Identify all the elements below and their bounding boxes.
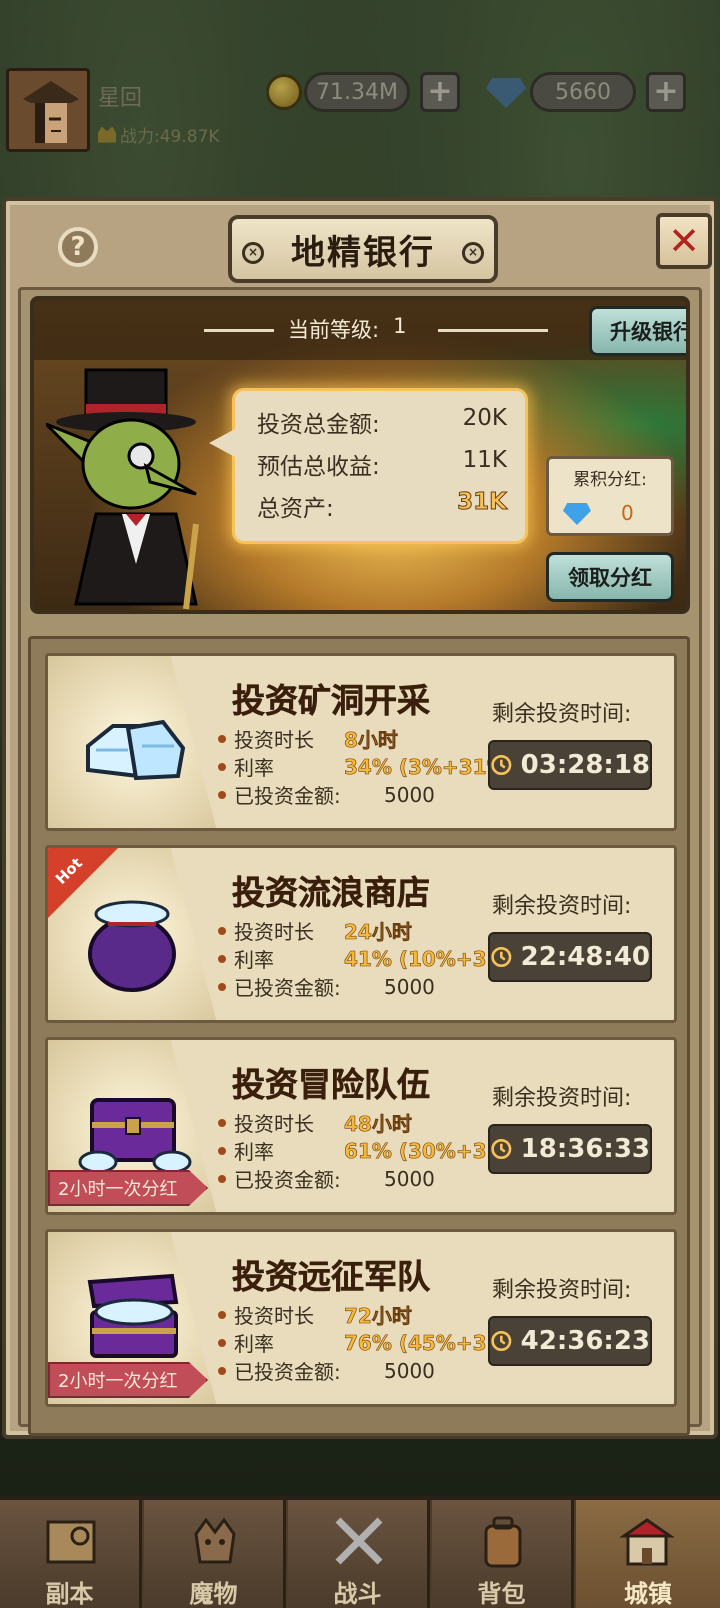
- remaining-time-label: 剩余投资时间:: [492, 894, 632, 919]
- accumulated-dividend-value: 0: [621, 501, 634, 525]
- countdown-timer: 03:28:18: [488, 740, 652, 790]
- crossed-swords-icon: [335, 1517, 383, 1565]
- gem-icon: [486, 78, 526, 108]
- nav-battle[interactable]: 战斗: [288, 1500, 430, 1608]
- investment-duration: 24小时: [344, 920, 412, 945]
- investment-amount: 5000: [384, 782, 435, 807]
- gem-icon: [563, 503, 591, 525]
- add-gems-button[interactable]: +: [646, 72, 686, 112]
- gem-amount: 5660: [530, 72, 636, 112]
- nav-town[interactable]: 城镇: [576, 1500, 720, 1608]
- upgrade-bank-button[interactable]: 升级银行: [589, 306, 686, 356]
- investment-name: 投资冒险队伍: [232, 1065, 431, 1105]
- nav-dungeon[interactable]: 副本: [0, 1500, 142, 1608]
- map-icon: [46, 1520, 96, 1564]
- investment-amount: 5000: [384, 1166, 435, 1191]
- divider: [204, 329, 274, 332]
- crown-icon: [98, 126, 116, 143]
- investment-name: 投资流浪商店: [232, 873, 431, 913]
- dividend-tag: 2小时一次分红: [48, 1362, 208, 1398]
- investment-card-shop[interactable]: Hot 投资流浪商店 投资时长 24小时 利率 41% (10%+31%) 已投资金…: [45, 845, 677, 1023]
- combat-power: 战力:49.87K: [98, 122, 220, 147]
- total-invested-row: 投资总金额: 20K: [257, 405, 507, 438]
- investment-card-expedition-army[interactable]: 2小时一次分红 投资远征军队 投资时长 72小时 利率 76% (45%+31%) …: [45, 1229, 677, 1407]
- combat-power-value: 战力:49.87K: [120, 127, 220, 147]
- clock-icon: [491, 754, 512, 776]
- player-name: 星回: [98, 86, 143, 111]
- investment-amount: 5000: [384, 974, 435, 999]
- clock-icon: [491, 1330, 512, 1352]
- claim-dividend-button[interactable]: 领取分红: [546, 552, 674, 602]
- investment-card-mine[interactable]: 投资矿洞开采 投资时长 8小时 利率 34% (3%+31%) 已投资金额: 5000…: [45, 653, 677, 831]
- diamond-pile-icon: [86, 719, 186, 781]
- nav-monsters[interactable]: 魔物: [144, 1500, 286, 1608]
- gold-coin-icon: [266, 74, 302, 110]
- nav-backpack[interactable]: 背包: [432, 1500, 574, 1608]
- bolt-icon: ×: [462, 242, 484, 264]
- avatar[interactable]: [6, 68, 90, 152]
- investment-card-adventure-team[interactable]: 2小时一次分红 投资冒险队伍 投资时长 48小时 利率 61% (30%+31%) …: [45, 1037, 677, 1215]
- gem-pouch-icon: [88, 900, 176, 992]
- estimated-return-row: 预估总收益: 11K: [257, 447, 507, 480]
- goblin-banker-icon: [46, 368, 199, 610]
- help-button[interactable]: ?: [58, 227, 98, 267]
- avatar-portrait-icon: [23, 81, 79, 143]
- dialog-title: 地精银行: [291, 232, 435, 273]
- dividend-tag: 2小时一次分红: [48, 1170, 208, 1206]
- divider: [438, 329, 548, 332]
- countdown-timer: 22:48:40: [488, 932, 652, 982]
- total-assets-row: 总资产: 31K: [257, 489, 508, 523]
- clock-icon: [491, 1138, 512, 1160]
- clock-icon: [491, 946, 512, 968]
- bank-level-value: 1: [393, 314, 407, 338]
- investment-amount: 5000: [384, 1358, 435, 1383]
- investment-duration: 48小时: [344, 1112, 412, 1137]
- remaining-time-label: 剩余投资时间:: [492, 702, 632, 727]
- bank-level: 当前等级: 1: [288, 314, 406, 344]
- town-icon: [619, 1518, 675, 1566]
- investment-name: 投资矿洞开采: [232, 681, 431, 721]
- accumulated-dividend-label: 累积分红:: [573, 470, 647, 490]
- close-button[interactable]: ✕: [656, 213, 712, 269]
- monster-icon: [194, 1517, 236, 1564]
- bank-level-label: 当前等级:: [288, 318, 380, 342]
- remaining-time-label: 剩余投资时间:: [492, 1086, 632, 1111]
- bolt-icon: ×: [242, 242, 264, 264]
- dialog-title-plate: × 地精银行 ×: [228, 215, 498, 283]
- investment-duration: 72小时: [344, 1304, 412, 1329]
- countdown-timer: 18:36:33: [488, 1124, 652, 1174]
- countdown-timer: 42:36:23: [488, 1316, 652, 1366]
- remaining-time-label: 剩余投资时间:: [492, 1278, 632, 1303]
- top-status-bar: 星回 战力:49.87K 71.34M + 5660 +: [0, 64, 720, 154]
- investment-list: 投资矿洞开采 投资时长 8小时 利率 34% (3%+31%) 已投资金额: 5000…: [28, 636, 690, 1436]
- investment-duration: 8小时: [344, 728, 399, 753]
- accumulated-dividend-box: 累积分红: 0: [546, 456, 674, 536]
- add-gold-button[interactable]: +: [420, 72, 460, 112]
- bottom-navigation: 副本 魔物 战斗 背包 城镇: [0, 1496, 720, 1608]
- bank-summary-bubble: 投资总金额: 20K 预估总收益: 11K 总资产: 31K: [209, 388, 528, 544]
- investment-name: 投资远征军队: [232, 1257, 431, 1297]
- gold-amount: 71.34M: [304, 72, 410, 112]
- backpack-icon: [484, 1516, 522, 1568]
